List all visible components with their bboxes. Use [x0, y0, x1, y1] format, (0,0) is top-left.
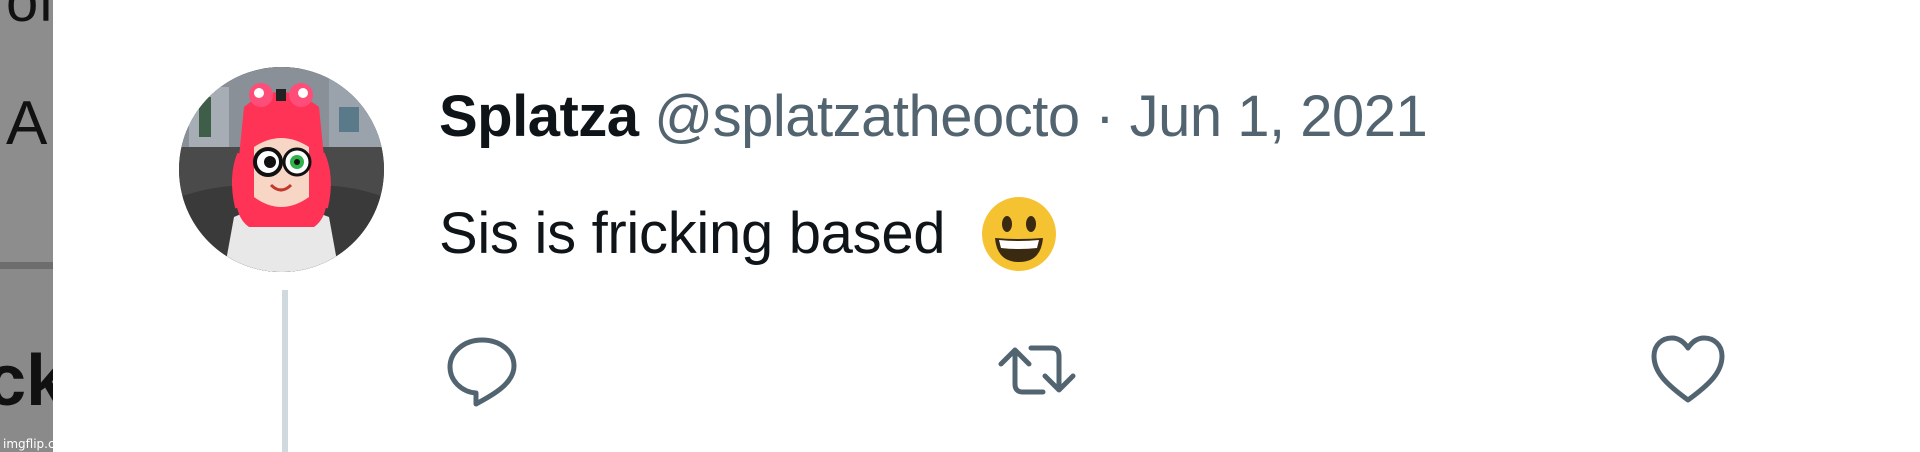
background-text-fragment-bottom: ck [0, 341, 53, 421]
avatar-illustration [179, 67, 384, 272]
header-separator: · [1095, 84, 1115, 149]
retweet-icon [998, 345, 1076, 395]
background-text-fragment-top: of [6, 0, 53, 34]
imgflip-watermark: imgflip.com [3, 437, 53, 451]
retweet-button[interactable] [997, 330, 1077, 410]
avatar[interactable] [179, 67, 384, 272]
reply-button[interactable] [442, 330, 522, 410]
author-handle[interactable]: @splatzatheocto [654, 84, 1080, 149]
tweet-header: Splatza @splatzatheocto · Jun 1, 2021 [439, 82, 1428, 152]
tweet-card[interactable]: Splatza @splatzatheocto · Jun 1, 2021 Si… [53, 0, 1920, 452]
grinning-face-emoji [982, 196, 1057, 271]
tweet-text: Sis is fricking based [439, 196, 1059, 272]
tweet-date[interactable]: Jun 1, 2021 [1130, 84, 1428, 149]
like-button[interactable] [1648, 330, 1728, 410]
author-display-name[interactable]: Splatza [439, 84, 639, 149]
thread-connector-line [282, 290, 288, 452]
reply-icon [447, 337, 517, 407]
background-text-fragment-middle: A [6, 89, 48, 158]
heart-icon [1651, 335, 1725, 403]
cropped-background-page: of A ck imgflip.com [0, 0, 53, 452]
background-divider [0, 262, 53, 269]
tweet-text-content: Sis is fricking based [439, 201, 946, 266]
screenshot-frame: of A ck imgflip.com [0, 0, 1920, 452]
